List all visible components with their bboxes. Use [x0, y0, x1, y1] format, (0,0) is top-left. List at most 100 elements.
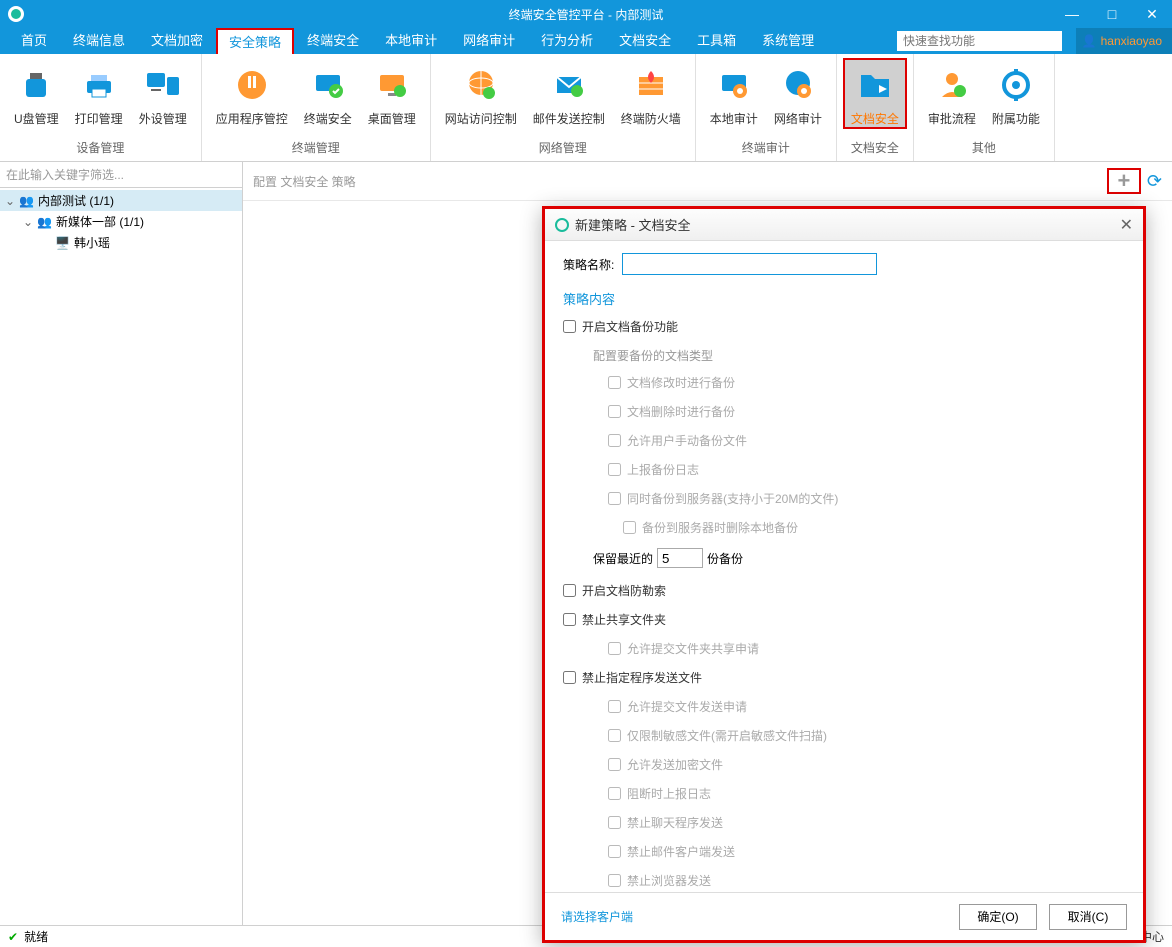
dialog-footer: 请选择客户端 确定(O) 取消(C)	[545, 892, 1143, 940]
chk-backup-modify[interactable]	[608, 376, 621, 389]
keep-count-input[interactable]	[657, 548, 703, 568]
ribbon-approval[interactable]: 审批流程	[920, 58, 984, 129]
ribbon-local-audit[interactable]: 本地审计	[702, 58, 766, 129]
collapse-icon[interactable]: ⌄	[22, 215, 34, 229]
menu-local-audit[interactable]: 本地审计	[372, 28, 450, 54]
ribbon-group-label: 网络管理	[539, 136, 587, 159]
status-check-icon: ✔	[8, 930, 18, 944]
tree-filter-input[interactable]: 在此输入关键字筛选...	[0, 162, 242, 188]
ribbon-group-label: 终端审计	[742, 136, 790, 159]
dialog-title: 新建策略 - 文档安全	[575, 215, 691, 234]
tree-root[interactable]: ⌄ 👥 内部测试 (1/1)	[0, 190, 242, 211]
collapse-icon[interactable]: ⌄	[4, 194, 16, 208]
ribbon-group-terminal: 应用程序管控 终端安全 桌面管理 终端管理	[202, 54, 431, 161]
ribbon-group-device: U盘管理 打印管理 外设管理 设备管理	[0, 54, 202, 161]
minimize-button[interactable]: —	[1052, 0, 1092, 28]
chk-no-browser[interactable]	[608, 874, 621, 887]
ribbon-group-docsec: 文档安全 文档安全	[837, 54, 914, 161]
titlebar: 终端安全管控平台 - 内部测试 — □ ✕	[0, 0, 1172, 28]
ribbon-group-label: 终端管理	[292, 136, 340, 159]
menu-terminal-info[interactable]: 终端信息	[60, 28, 138, 54]
ribbon-doc-security[interactable]: 文档安全	[843, 58, 907, 129]
close-button[interactable]: ✕	[1132, 0, 1172, 28]
status-text: 就绪	[24, 928, 48, 945]
ribbon-usb[interactable]: U盘管理	[6, 58, 67, 129]
cancel-button[interactable]: 取消(C)	[1049, 904, 1127, 930]
add-policy-button[interactable]: +	[1107, 168, 1141, 194]
dialog-close-button[interactable]: ✕	[1120, 215, 1133, 235]
tree-root-label: 内部测试 (1/1)	[38, 192, 114, 209]
select-client-link[interactable]: 请选择客户端	[561, 908, 633, 925]
monitor-icon: 🖥️	[55, 236, 71, 250]
ribbon-web-control[interactable]: 网站访问控制	[437, 58, 525, 129]
chk-disable-share[interactable]	[563, 613, 576, 626]
chk-disable-prog-send[interactable]	[563, 671, 576, 684]
search-input[interactable]	[897, 31, 1062, 51]
menu-doc-encrypt[interactable]: 文档加密	[138, 28, 216, 54]
ribbon-desktop[interactable]: 桌面管理	[360, 58, 424, 129]
policy-name-input[interactable]	[622, 253, 877, 275]
chk-no-mail-client[interactable]	[608, 845, 621, 858]
dialog-icon	[555, 218, 569, 232]
chk-upload-log[interactable]	[608, 463, 621, 476]
group-icon: 👥	[19, 194, 35, 208]
dialog-body[interactable]: 策略名称: 策略内容 开启文档备份功能 配置要备份的文档类型 文档修改时进行备份…	[545, 241, 1143, 892]
menu-terminal-security[interactable]: 终端安全	[294, 28, 372, 54]
tree-child[interactable]: ⌄ 👥 新媒体一部 (1/1)	[0, 211, 242, 232]
ribbon-mail-control[interactable]: 邮件发送控制	[525, 58, 613, 129]
refresh-icon[interactable]: ⟳	[1147, 171, 1162, 192]
keep-recent-row: 保留最近的 份备份	[593, 548, 1125, 568]
ribbon-group-network: 网站访问控制 邮件发送控制 终端防火墙 网络管理	[431, 54, 696, 161]
ribbon-group-other: 审批流程 附属功能 其他	[914, 54, 1055, 161]
ribbon-app-control[interactable]: 应用程序管控	[208, 58, 296, 129]
user-area[interactable]: 👤 hanxiaoyao	[1076, 28, 1172, 54]
chk-sensitive-only[interactable]	[608, 729, 621, 742]
ribbon-print[interactable]: 打印管理	[67, 58, 131, 129]
menu-security-policy[interactable]: 安全策略	[216, 28, 294, 54]
app-icon	[8, 6, 24, 22]
chk-send-request[interactable]	[608, 700, 621, 713]
tree-child-label: 新媒体一部 (1/1)	[56, 213, 144, 230]
user-icon: 👤	[1082, 34, 1097, 48]
chk-no-im[interactable]	[608, 816, 621, 829]
tree-panel: 在此输入关键字筛选... ⌄ 👥 内部测试 (1/1) ⌄ 👥 新媒体一部 (1…	[0, 162, 243, 925]
window-title: 终端安全管控平台 - 内部测试	[509, 6, 664, 23]
chk-share-request[interactable]	[608, 642, 621, 655]
new-policy-dialog: 新建策略 - 文档安全 ✕ 策略名称: 策略内容 开启文档备份功能 配置要备份的…	[542, 206, 1146, 943]
tree-leaf[interactable]: 🖥️ 韩小瑶	[0, 232, 242, 253]
menubar: 首页 终端信息 文档加密 安全策略 终端安全 本地审计 网络审计 行为分析 文档…	[0, 28, 1172, 54]
chk-sync-server[interactable]	[608, 492, 621, 505]
ribbon-terminal-security[interactable]: 终端安全	[296, 58, 360, 129]
menu-toolbox[interactable]: 工具箱	[684, 28, 749, 54]
chk-delete-local[interactable]	[623, 521, 636, 534]
ribbon-group-label: 文档安全	[851, 136, 899, 159]
ribbon: U盘管理 打印管理 外设管理 设备管理 应用程序管控 终端安全 桌面管理 终端管…	[0, 54, 1172, 162]
ribbon-group-audit: 本地审计 网络审计 终端审计	[696, 54, 837, 161]
policy-name-label: 策略名称:	[563, 256, 614, 273]
menu-system[interactable]: 系统管理	[749, 28, 827, 54]
chk-anti-ransom[interactable]	[563, 584, 576, 597]
menu-network-audit[interactable]: 网络审计	[450, 28, 528, 54]
ribbon-group-label: 其他	[972, 136, 996, 159]
chk-allow-encrypted[interactable]	[608, 758, 621, 771]
config-types-label: 配置要备份的文档类型	[593, 347, 1125, 364]
tree-leaf-label: 韩小瑶	[74, 234, 110, 251]
dialog-titlebar: 新建策略 - 文档安全 ✕	[545, 209, 1143, 241]
chk-block-log[interactable]	[608, 787, 621, 800]
ribbon-firewall[interactable]: 终端防火墙	[613, 58, 689, 129]
menu-home[interactable]: 首页	[8, 28, 60, 54]
menu-behavior[interactable]: 行为分析	[528, 28, 606, 54]
chk-manual-backup[interactable]	[608, 434, 621, 447]
maximize-button[interactable]: □	[1092, 0, 1132, 28]
ribbon-group-label: 设备管理	[76, 136, 124, 159]
breadcrumb: 配置 文档安全 策略	[253, 173, 356, 190]
chk-backup-delete[interactable]	[608, 405, 621, 418]
group-icon: 👥	[37, 215, 53, 229]
section-content-title: 策略内容	[563, 289, 1125, 308]
ribbon-peripheral[interactable]: 外设管理	[131, 58, 195, 129]
chk-enable-backup[interactable]	[563, 320, 576, 333]
ribbon-network-audit[interactable]: 网络审计	[766, 58, 830, 129]
menu-doc-security[interactable]: 文档安全	[606, 28, 684, 54]
ok-button[interactable]: 确定(O)	[959, 904, 1037, 930]
ribbon-addon[interactable]: 附属功能	[984, 58, 1048, 129]
